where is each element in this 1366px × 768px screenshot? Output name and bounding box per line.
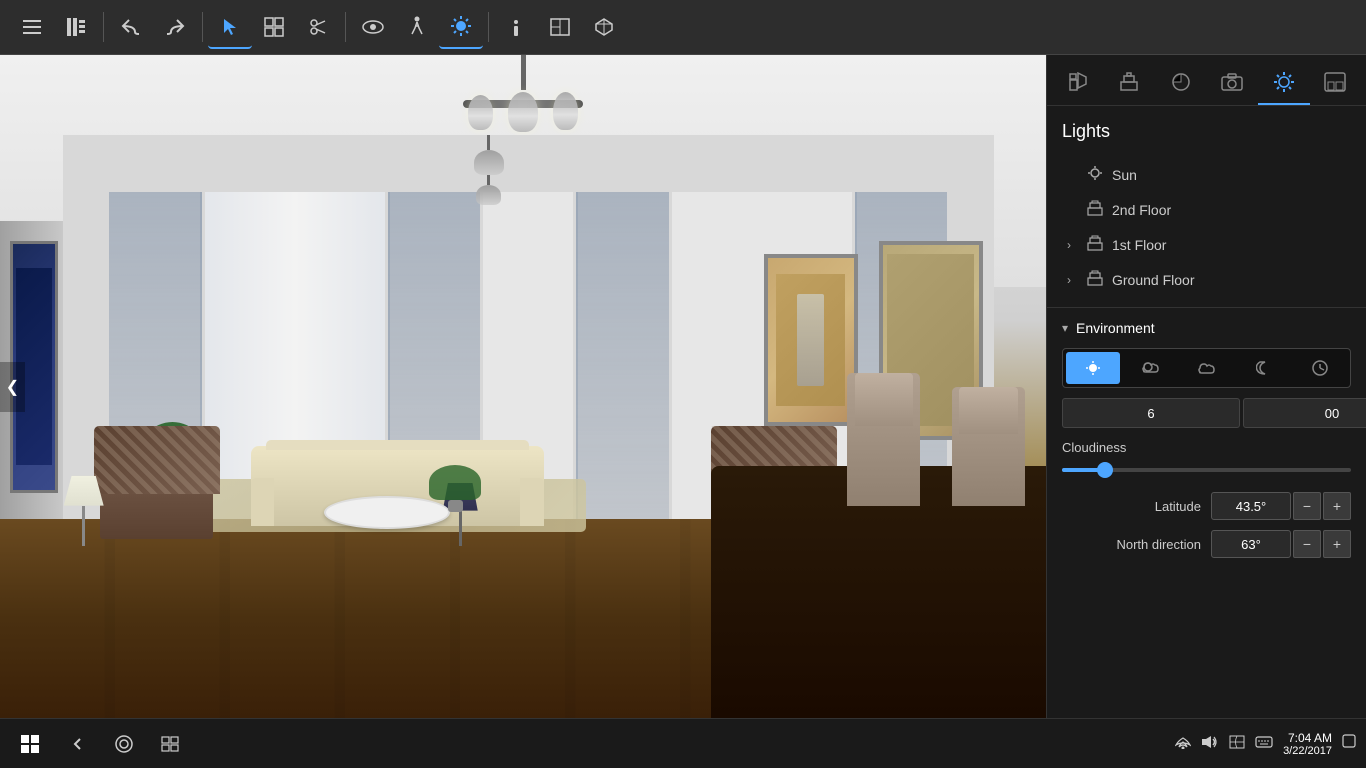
time-inputs xyxy=(1062,398,1351,428)
taskbar-cortana-btn[interactable] xyxy=(106,726,142,762)
tray-network-icon[interactable] xyxy=(1175,735,1191,752)
nav-arrow-left[interactable]: ❮ xyxy=(0,362,25,412)
info-icon[interactable] xyxy=(494,5,538,49)
tab-camera[interactable] xyxy=(1207,60,1259,105)
latitude-row: Latitude − + xyxy=(1062,492,1351,520)
btn-day[interactable] xyxy=(1066,352,1120,384)
table-plant xyxy=(429,465,481,512)
tab-floor[interactable] xyxy=(1310,60,1362,105)
sun-toolbar-icon[interactable] xyxy=(439,5,483,49)
system-clock[interactable]: 7:04 AM 3/22/2017 xyxy=(1283,731,1332,757)
panel-tabs xyxy=(1047,55,1366,106)
undo-icon[interactable] xyxy=(109,5,153,49)
clock-date: 3/22/2017 xyxy=(1283,745,1332,757)
objects-icon[interactable] xyxy=(252,5,296,49)
clock-time: 7:04 AM xyxy=(1283,731,1332,745)
separator3 xyxy=(345,12,346,42)
separator1 xyxy=(103,12,104,42)
light-item-ground-floor[interactable]: › Ground Floor xyxy=(1062,262,1351,297)
slider-thumb[interactable] xyxy=(1097,462,1113,478)
latitude-label: Latitude xyxy=(1062,499,1201,514)
time-preset-buttons xyxy=(1062,348,1351,388)
right-panel: Lights Sun 2nd Floor › 1st Floor xyxy=(1046,55,1366,718)
painting-right-1 xyxy=(764,254,858,426)
north-direction-row: North direction − + xyxy=(1062,530,1351,558)
separator2 xyxy=(202,12,203,42)
system-tray: 7:04 AM 3/22/2017 xyxy=(1175,731,1356,757)
floor-light-icon-1 xyxy=(1087,235,1112,254)
eye-icon[interactable] xyxy=(351,5,395,49)
taskbar-multitask-btn[interactable] xyxy=(152,726,188,762)
taskbar-left xyxy=(10,724,1175,764)
taskbar: 7:04 AM 3/22/2017 xyxy=(0,718,1366,768)
cloudiness-slider[interactable] xyxy=(1062,463,1351,477)
north-decrease-btn[interactable]: − xyxy=(1293,530,1321,558)
time-minute-input[interactable] xyxy=(1243,398,1366,428)
3d-view-icon[interactable] xyxy=(582,5,626,49)
lights-title: Lights xyxy=(1062,121,1351,142)
north-direction-label: North direction xyxy=(1062,537,1201,552)
slider-track xyxy=(1062,468,1351,472)
dining-chair-1 xyxy=(952,387,1025,506)
library-icon[interactable] xyxy=(54,5,98,49)
tab-lights[interactable] xyxy=(1258,60,1310,105)
collapse-icon: ▾ xyxy=(1062,321,1068,335)
light-item-sun[interactable]: Sun xyxy=(1062,157,1351,192)
light-item-2nd-floor[interactable]: 2nd Floor xyxy=(1062,192,1351,227)
north-direction-input[interactable] xyxy=(1211,530,1291,558)
latitude-decrease-btn[interactable]: − xyxy=(1293,492,1321,520)
latitude-input[interactable] xyxy=(1211,492,1291,520)
tab-materials[interactable] xyxy=(1155,60,1207,105)
btn-cloudy[interactable] xyxy=(1180,352,1234,384)
top-toolbar xyxy=(0,0,1366,55)
menu-icon[interactable] xyxy=(10,5,54,49)
windows-start-button[interactable] xyxy=(10,724,50,764)
walk-icon[interactable] xyxy=(395,5,439,49)
light-name-1st-floor: 1st Floor xyxy=(1112,237,1166,253)
latitude-increase-btn[interactable]: + xyxy=(1323,492,1351,520)
sun-light-icon xyxy=(1087,165,1112,184)
scissors-icon[interactable] xyxy=(296,5,340,49)
tab-objects[interactable] xyxy=(1052,60,1104,105)
light-item-1st-floor[interactable]: › 1st Floor xyxy=(1062,227,1351,262)
windows-logo xyxy=(21,735,39,753)
btn-night[interactable] xyxy=(1236,352,1290,384)
expand-arrow-1st[interactable]: › xyxy=(1067,238,1087,252)
cloudiness-label: Cloudiness xyxy=(1062,440,1351,455)
north-increase-btn[interactable]: + xyxy=(1323,530,1351,558)
environment-section: ▾ Environment xyxy=(1047,307,1366,580)
light-name-2nd-floor: 2nd Floor xyxy=(1112,202,1171,218)
environment-header[interactable]: ▾ Environment xyxy=(1062,320,1351,336)
redo-icon[interactable] xyxy=(153,5,197,49)
viewport[interactable]: ❮ xyxy=(0,55,1046,718)
taskbar-back-btn[interactable] xyxy=(60,726,96,762)
expand-arrow-ground[interactable]: › xyxy=(1067,273,1087,287)
layout-icon[interactable] xyxy=(538,5,582,49)
dining-chair-2 xyxy=(847,373,920,506)
light-name-sun: Sun xyxy=(1112,167,1137,183)
separator4 xyxy=(488,12,489,42)
tray-volume-icon[interactable] xyxy=(1201,734,1219,753)
tray-keyboard-icon[interactable] xyxy=(1255,735,1273,752)
time-hour-input[interactable] xyxy=(1062,398,1240,428)
environment-title: Environment xyxy=(1076,320,1155,336)
tray-notification-icon[interactable] xyxy=(1342,734,1356,753)
pendant-light xyxy=(454,135,524,205)
floor-lamp-left xyxy=(52,476,115,546)
select-icon[interactable] xyxy=(208,5,252,49)
lights-section: Lights Sun 2nd Floor › 1st Floor xyxy=(1047,106,1366,307)
floor-light-icon-ground xyxy=(1087,270,1112,289)
light-name-ground-floor: Ground Floor xyxy=(1112,272,1194,288)
btn-partly-cloudy[interactable] xyxy=(1123,352,1177,384)
room-scene: ❮ xyxy=(0,55,1046,718)
btn-clock[interactable] xyxy=(1293,352,1347,384)
tab-build[interactable] xyxy=(1104,60,1156,105)
floor-light-icon-2 xyxy=(1087,200,1112,219)
tray-language-icon[interactable] xyxy=(1229,735,1245,752)
